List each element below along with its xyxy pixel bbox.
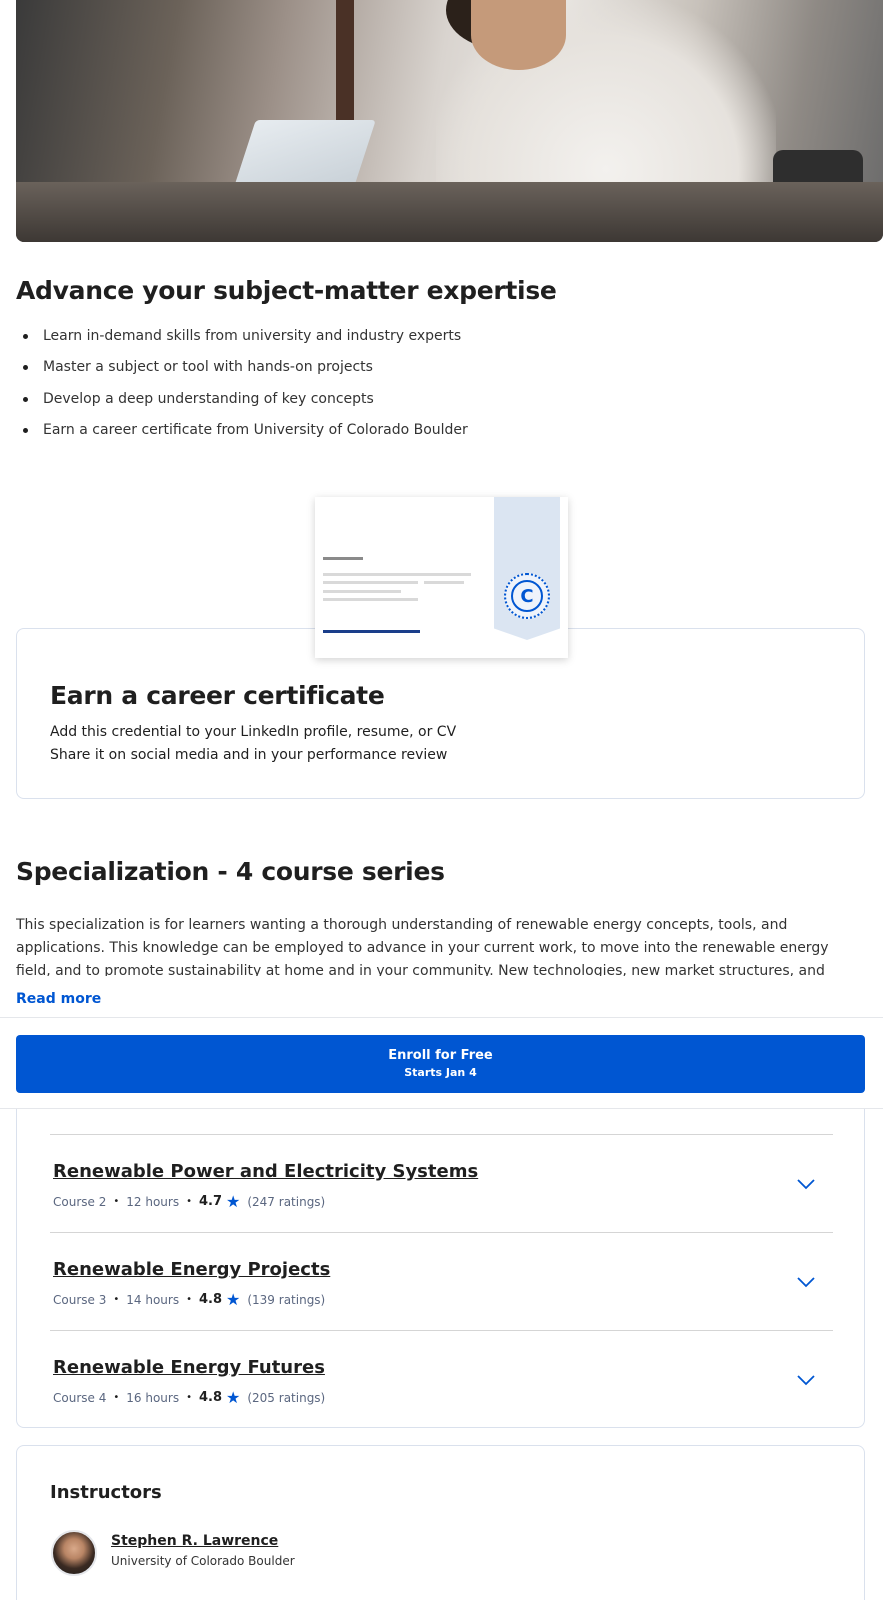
certificate-illustration: C [315, 497, 568, 658]
certificate-heading: Earn a career certificate [50, 681, 385, 710]
course-rating: 4.8 [198, 1390, 223, 1405]
course-item[interactable]: Renewable Energy Projects Course 3 • 14 … [50, 1232, 833, 1330]
certificate-line-share: Share it on social media and in your per… [50, 747, 448, 763]
star-icon: ★ [226, 1290, 241, 1309]
list-item: Develop a deep understanding of key conc… [16, 388, 468, 419]
course-rating: 4.8 [198, 1292, 223, 1307]
instructors-heading: Instructors [50, 1482, 162, 1503]
course-rating-count: (247 ratings) [247, 1194, 326, 1209]
instructor-org: University of Colorado Boulder [111, 1554, 295, 1568]
specialization-description: This specialization is for learners want… [16, 917, 829, 976]
course-rating-count: (139 ratings) [247, 1292, 326, 1307]
course-number: Course 3 [53, 1292, 107, 1307]
expertise-heading: Advance your subject-matter expertise [16, 276, 557, 305]
course-title-link[interactable]: Renewable Power and Electricity Systems [53, 1161, 478, 1182]
course-meta: Course 4 • 16 hours • 4.8 ★ (205 ratings… [53, 1388, 326, 1407]
course-meta: Course 3 • 14 hours • 4.8 ★ (139 ratings… [53, 1290, 326, 1309]
star-icon: ★ [226, 1192, 241, 1211]
enroll-button[interactable]: Enroll for Free Starts Jan 4 [16, 1035, 865, 1093]
course-meta: Course 2 • 12 hours • 4.7 ★ (247 ratings… [53, 1192, 326, 1211]
course-item[interactable]: Renewable Energy Futures Course 4 • 16 h… [50, 1330, 833, 1428]
list-item: Master a subject or tool with hands-on p… [16, 356, 468, 387]
courses-card: Renewable Power and Electricity Systems … [16, 1060, 865, 1428]
course-hours: 14 hours [126, 1292, 180, 1307]
avatar [51, 1530, 97, 1576]
certificate-line-linkedin: Add this credential to your LinkedIn pro… [50, 724, 457, 740]
list-item: Learn in-demand skills from university a… [16, 325, 468, 356]
enroll-sticky-bar: Enroll for Free Starts Jan 4 [0, 1017, 883, 1109]
course-number: Course 4 [53, 1390, 107, 1405]
course-title-link[interactable]: Renewable Energy Futures [53, 1357, 325, 1378]
course-hours: 12 hours [126, 1194, 180, 1209]
enroll-start-date: Starts Jan 4 [404, 1066, 477, 1079]
course-number: Course 2 [53, 1194, 107, 1209]
course-rating: 4.7 [198, 1194, 223, 1209]
expertise-list: Learn in-demand skills from university a… [16, 325, 468, 451]
course-item[interactable]: Renewable Power and Electricity Systems … [50, 1134, 833, 1232]
chevron-down-icon[interactable] [795, 1173, 817, 1195]
read-more-link[interactable]: Read more [16, 991, 101, 1007]
chevron-down-icon[interactable] [795, 1271, 817, 1293]
chevron-down-icon[interactable] [795, 1369, 817, 1391]
certificate-seal-icon: C [504, 573, 550, 619]
course-title-link[interactable]: Renewable Energy Projects [53, 1259, 330, 1280]
course-hours: 16 hours [126, 1390, 180, 1405]
hero-image [16, 0, 883, 242]
list-item: Earn a career certificate from Universit… [16, 419, 468, 450]
seal-letter: C [511, 580, 543, 612]
course-rating-count: (205 ratings) [247, 1390, 326, 1405]
star-icon: ★ [226, 1388, 241, 1407]
instructors-card: Instructors Stephen R. Lawrence Universi… [16, 1445, 865, 1600]
instructor-name-link[interactable]: Stephen R. Lawrence [111, 1533, 278, 1549]
enroll-label: Enroll for Free [388, 1048, 493, 1063]
specialization-heading: Specialization - 4 course series [16, 857, 445, 886]
